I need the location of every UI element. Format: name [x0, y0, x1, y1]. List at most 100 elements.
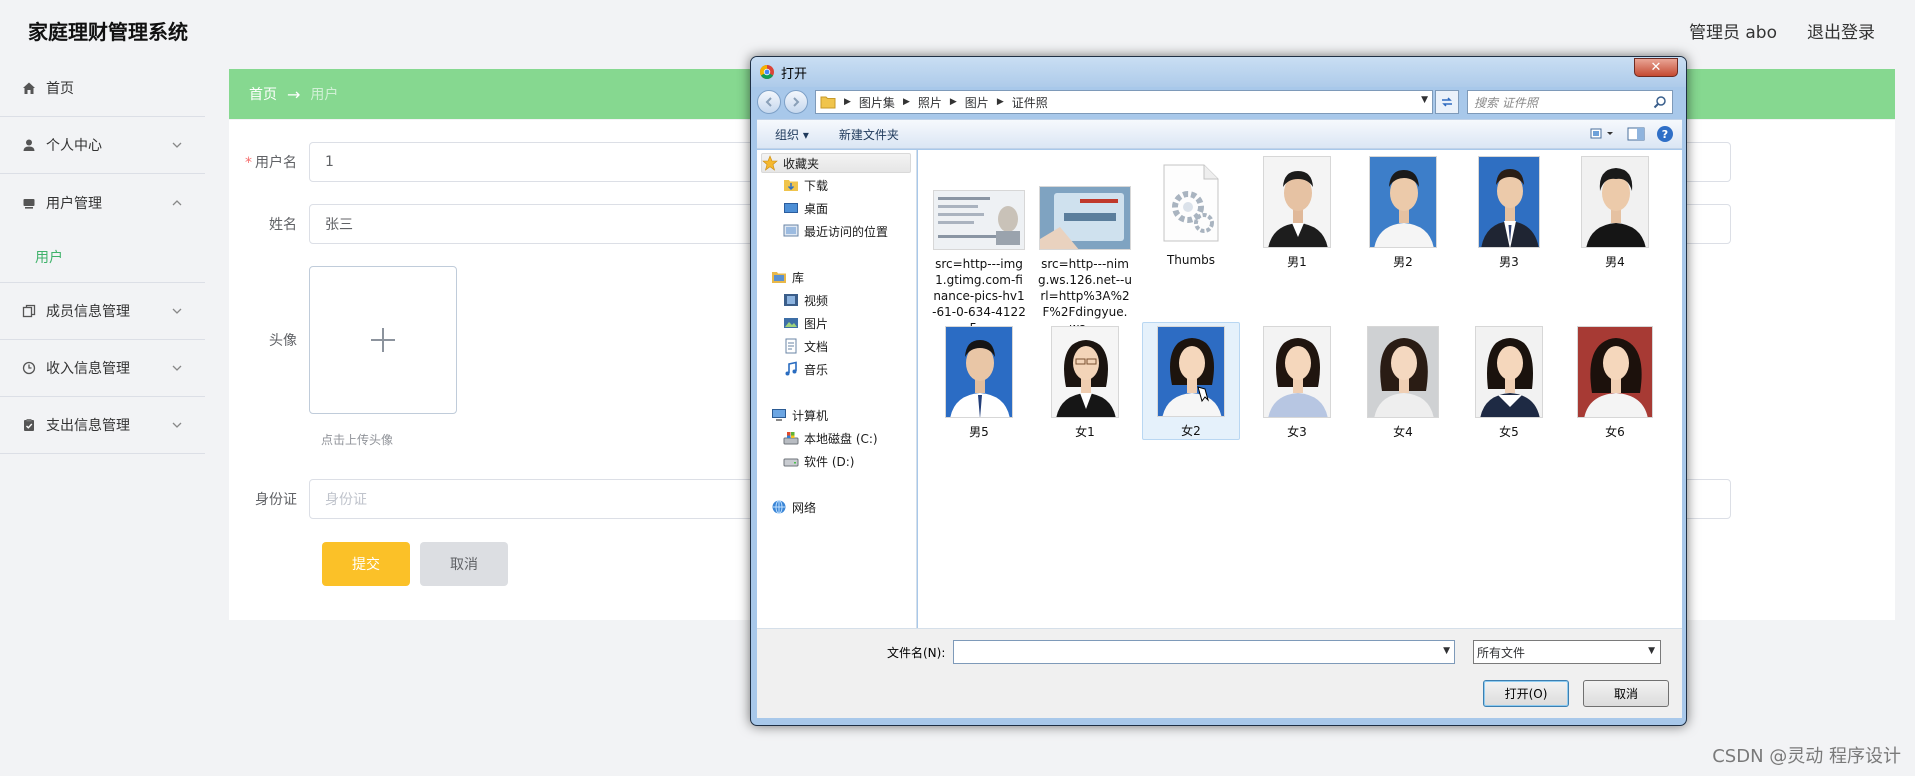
user-icon [20, 136, 38, 154]
dialog-cancel-button[interactable]: 取消 [1583, 680, 1669, 707]
dialog-title-bar[interactable]: 打开 ✕ [751, 57, 1686, 87]
avatar-label: 头像 [269, 333, 297, 349]
svg-text:?: ? [1662, 128, 1668, 141]
system-drive-icon [783, 432, 799, 445]
file-item[interactable]: 女6 [1566, 326, 1664, 440]
tree-libraries[interactable]: 库 [771, 267, 804, 287]
organize-menu[interactable]: 组织 ▾ [775, 126, 809, 143]
close-button[interactable]: ✕ [1634, 58, 1678, 77]
file-name: 男3 [1499, 255, 1519, 269]
tree-favorites[interactable]: 收藏夹 [761, 153, 911, 173]
dialog-footer: 文件名(N): ▼ 所有文件 ▼ 打开(O) 取消 [757, 628, 1682, 718]
drive-icon [783, 458, 799, 467]
sidebar: 首页 个人中心 用户管理 用户 成员信息管理 收入信息管理 支出信息管理 [0, 60, 205, 454]
tree-computer[interactable]: 计算机 [771, 405, 828, 425]
file-item[interactable]: 男1 [1248, 156, 1346, 270]
file-name: 女2 [1181, 424, 1201, 438]
computer-icon [772, 409, 786, 421]
filename-input[interactable]: ▼ [953, 640, 1455, 664]
sidebar-item-home[interactable]: 首页 [0, 60, 205, 117]
submit-button[interactable]: 提交 [322, 542, 410, 586]
clock-icon [20, 359, 38, 377]
user-label: 管理员 abo [1688, 22, 1777, 43]
open-button[interactable]: 打开(O) [1483, 680, 1569, 707]
file-type-select[interactable]: 所有文件 ▼ [1473, 640, 1661, 664]
portrait-thumbnail [1051, 326, 1119, 418]
file-item[interactable]: 女3 [1248, 326, 1346, 440]
tree-drive-c[interactable]: 本地磁盘 (C:) [783, 428, 878, 448]
file-item[interactable]: src=http---img1.gtimg.com-finance-pics-h… [930, 176, 1028, 336]
library-icon [772, 272, 786, 283]
tree-network[interactable]: 网络 [771, 497, 816, 517]
documents-icon [785, 338, 797, 354]
file-name: 女6 [1605, 425, 1625, 439]
dropdown-arrow-icon[interactable]: ▼ [1421, 95, 1428, 105]
portrait-thumbnail [1367, 326, 1439, 418]
dropdown-arrow-icon: ▼ [1648, 646, 1655, 656]
preview-pane-icon[interactable] [1626, 126, 1646, 142]
sidebar-item-personal-center[interactable]: 个人中心 [0, 117, 205, 174]
portrait-thumbnail [1263, 326, 1331, 418]
arrow-left-icon [765, 97, 772, 107]
music-icon [785, 361, 797, 376]
file-list: src=http---img1.gtimg.com-finance-pics-h… [918, 150, 1682, 628]
file-name: 男1 [1287, 255, 1307, 269]
file-item[interactable]: 男3 [1460, 156, 1558, 270]
navigation-pane: 收藏夹 下载 桌面 最近访问的位置 库 视频 图片 文档 音乐 计算机 本地磁盘… [757, 150, 917, 628]
file-item[interactable]: 女5 [1460, 326, 1558, 440]
tree-recent-places[interactable]: 最近访问的位置 [783, 221, 888, 241]
file-type-value: 所有文件 [1477, 645, 1526, 660]
help-icon[interactable]: ? [1656, 125, 1674, 143]
chrome-icon [760, 65, 774, 79]
tree-drive-d[interactable]: 软件 (D:) [783, 451, 854, 471]
address-bar[interactable]: ▶ 图片集 ▶ 照片 ▶ 图片 ▶ 证件照 ▼ [815, 90, 1433, 114]
dialog-toolbar: 组织 ▾ 新建文件夹 ? [757, 119, 1682, 149]
sidebar-subitem-users[interactable]: 用户 [0, 231, 205, 283]
path-segment[interactable]: 证件照 [1012, 94, 1048, 111]
search-input[interactable]: 搜索 证件照 [1467, 90, 1673, 114]
tree-music[interactable]: 音乐 [783, 359, 828, 379]
copy-icon [20, 302, 38, 320]
file-item[interactable]: 男4 [1566, 156, 1664, 270]
username-label: * 用户名 [245, 155, 297, 171]
tree-documents[interactable]: 文档 [783, 336, 828, 356]
change-view-icon[interactable] [1590, 126, 1616, 142]
sidebar-item-expense-info[interactable]: 支出信息管理 [0, 397, 205, 454]
cancel-button[interactable]: 取消 [420, 542, 508, 586]
tree-pictures[interactable]: 图片 [783, 313, 828, 333]
portrait-thumbnail [1581, 156, 1649, 248]
id-card-label: 身份证 [255, 492, 297, 508]
file-item[interactable]: Thumbs [1142, 160, 1240, 268]
file-item[interactable]: 女1 [1036, 326, 1134, 440]
portrait-thumbnail [1263, 156, 1331, 248]
tree-downloads[interactable]: 下载 [783, 175, 828, 195]
breadcrumb-home[interactable]: 首页 [249, 84, 277, 104]
recent-places-icon [783, 224, 799, 237]
path-segment[interactable]: 图片 [965, 94, 989, 111]
tree-videos[interactable]: 视频 [783, 290, 828, 310]
refresh-button[interactable] [1435, 90, 1459, 114]
sidebar-item-label: 用户管理 [46, 195, 102, 212]
file-item[interactable]: 男2 [1354, 156, 1452, 270]
arrow-right-icon [793, 97, 800, 107]
file-item[interactable]: src=http---nimg.ws.126.net--url=http%3A%… [1036, 176, 1134, 336]
path-segment[interactable]: 图片集 [859, 94, 895, 111]
back-button[interactable] [757, 90, 781, 114]
dropdown-arrow-icon[interactable]: ▼ [1443, 646, 1450, 656]
tree-desktop[interactable]: 桌面 [783, 198, 828, 218]
sidebar-item-user-management[interactable]: 用户管理 [0, 174, 205, 231]
file-name: 男5 [969, 425, 989, 439]
portrait-thumbnail [1157, 326, 1225, 417]
file-item-selected[interactable]: 女2 [1142, 322, 1240, 440]
file-item[interactable]: 女4 [1354, 326, 1452, 440]
dialog-title: 打开 [781, 66, 808, 82]
sidebar-item-income-info[interactable]: 收入信息管理 [0, 340, 205, 397]
watermark: CSDN @灵动 程序设计 [1712, 746, 1901, 767]
logout-link[interactable]: 退出登录 [1807, 18, 1875, 43]
avatar-uploader[interactable] [309, 266, 457, 414]
path-segment[interactable]: 照片 [918, 94, 942, 111]
new-folder-button[interactable]: 新建文件夹 [839, 126, 899, 143]
forward-button[interactable] [784, 90, 808, 114]
sidebar-item-member-info[interactable]: 成员信息管理 [0, 283, 205, 340]
file-item[interactable]: 男5 [930, 326, 1028, 440]
